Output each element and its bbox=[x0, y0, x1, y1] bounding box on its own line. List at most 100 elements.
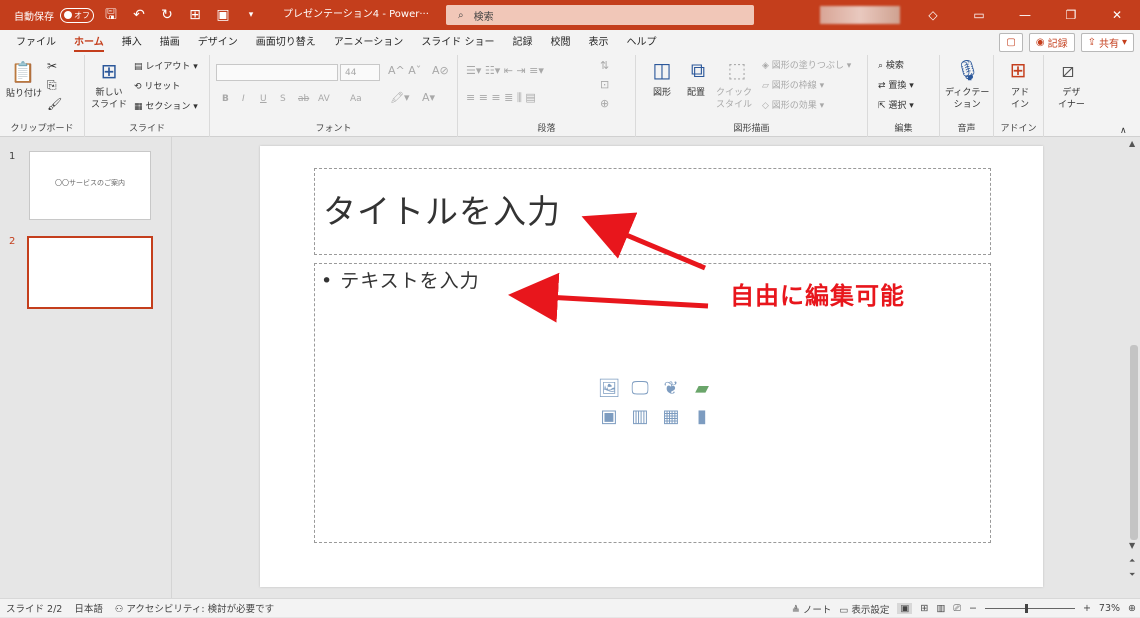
title-placeholder[interactable]: タイトルを入力 bbox=[314, 168, 991, 255]
cut-icon[interactable]: ✂ bbox=[47, 60, 57, 72]
new-slide-icon[interactable]: ⊞ bbox=[95, 60, 123, 82]
autosave-toggle[interactable]: オフ bbox=[60, 7, 94, 23]
search-box[interactable]: ⌕ 検索 bbox=[446, 5, 754, 25]
tab-animations[interactable]: アニメーション bbox=[325, 30, 413, 55]
cameo-icon[interactable]: ▣ bbox=[595, 404, 623, 428]
find-button[interactable]: ⌕ 検索 bbox=[878, 60, 904, 72]
bullets-icon[interactable]: ☰▾ ☷▾ ⇤ ⇥ ≡▾ bbox=[466, 65, 544, 77]
quick-styles-icon[interactable]: ⬚ bbox=[724, 59, 750, 81]
tab-draw[interactable]: 描画 bbox=[151, 30, 189, 55]
designer-icon[interactable]: ⧄ bbox=[1056, 59, 1080, 81]
scrollbar-thumb[interactable] bbox=[1130, 345, 1138, 540]
format-painter-icon[interactable]: 🖌 bbox=[47, 98, 62, 110]
tab-record[interactable]: 記録 bbox=[504, 30, 542, 55]
replace-button[interactable]: ⇄ 置換 ▾ bbox=[878, 80, 914, 92]
zoom-level[interactable]: 73% bbox=[1099, 603, 1120, 614]
slide-thumbnail-2[interactable] bbox=[27, 236, 153, 309]
picture-icon[interactable]: 🖼 bbox=[595, 376, 623, 400]
highlight-icon[interactable]: 🖍▾ bbox=[390, 92, 410, 104]
slide-canvas[interactable]: タイトルを入力 • テキストを入力 🖼 🖵 ❦ ▰ ▣ ▥ ▦ ▮ bbox=[260, 146, 1043, 587]
strikethrough-button[interactable]: ab bbox=[298, 93, 309, 105]
diamond-icon[interactable]: ◇ bbox=[910, 0, 956, 30]
tab-insert[interactable]: 挿入 bbox=[113, 30, 151, 55]
layout-button[interactable]: ▤ レイアウト ▾ bbox=[134, 61, 198, 73]
bold-button[interactable]: B bbox=[222, 93, 229, 105]
align-text-icon[interactable]: ⊡ bbox=[600, 79, 609, 91]
comments-button[interactable]: ▢ bbox=[999, 33, 1023, 52]
tab-file[interactable]: ファイル bbox=[7, 30, 65, 55]
dictate-button[interactable]: ディクテー ション bbox=[945, 87, 989, 111]
chart-icon[interactable]: ▮ bbox=[688, 404, 716, 428]
table-icon[interactable]: ▦ bbox=[657, 404, 685, 428]
shape-fill-button[interactable]: ◈ 図形の塗りつぶし ▾ bbox=[762, 60, 851, 72]
language-indicator[interactable]: 日本語 bbox=[68, 601, 109, 615]
ribbon-display-icon[interactable]: ▭ bbox=[956, 0, 1002, 30]
undo-icon[interactable]: ↶ bbox=[128, 0, 150, 30]
icons-insert-icon[interactable]: ❦ bbox=[657, 376, 685, 400]
user-account[interactable] bbox=[820, 6, 900, 24]
slide-sorter-icon[interactable]: ⊞ bbox=[920, 603, 928, 614]
underline-button[interactable]: U bbox=[260, 93, 267, 105]
slideshow-view-icon[interactable]: ⎚ bbox=[953, 603, 961, 614]
shape-outline-button[interactable]: ▱ 図形の枠線 ▾ bbox=[762, 80, 824, 92]
tab-transitions[interactable]: 画面切り替え bbox=[247, 30, 325, 55]
tab-design[interactable]: デザイン bbox=[189, 30, 247, 55]
prev-slide-icon[interactable]: ⏶ bbox=[1129, 556, 1135, 566]
section-button[interactable]: ▦ セクション ▾ bbox=[134, 101, 198, 113]
slide-thumbnail-1[interactable]: 〇〇サービスのご案内 bbox=[29, 151, 151, 220]
shapes-icon[interactable]: ◫ bbox=[650, 59, 674, 81]
arrange-button[interactable]: 配置 bbox=[687, 87, 705, 99]
scroll-up-icon[interactable]: ▲ bbox=[1129, 139, 1135, 148]
video-icon[interactable]: ▥ bbox=[626, 404, 654, 428]
stock-images-icon[interactable]: 🖵 bbox=[626, 376, 654, 400]
display-settings-button[interactable]: ▭ 表示設定 bbox=[839, 602, 889, 616]
shadow-button[interactable]: S bbox=[280, 93, 286, 105]
redo-icon[interactable]: ↻ bbox=[156, 0, 178, 30]
font-name-combo[interactable] bbox=[216, 64, 338, 81]
tab-review[interactable]: 校閲 bbox=[542, 30, 580, 55]
zoom-out-icon[interactable]: − bbox=[969, 603, 977, 614]
addins-button[interactable]: アド イン bbox=[1011, 87, 1029, 111]
arrange-icon[interactable]: ⧉ bbox=[686, 59, 710, 81]
zoom-in-icon[interactable]: + bbox=[1083, 603, 1091, 614]
change-case-button[interactable]: Aa bbox=[350, 93, 362, 105]
notes-button[interactable]: ≜ ノート bbox=[792, 602, 832, 616]
char-spacing-button[interactable]: AV bbox=[318, 93, 330, 105]
collapse-ribbon-icon[interactable]: ∧ bbox=[1120, 125, 1127, 137]
tab-slideshow[interactable]: スライド ショー bbox=[412, 30, 503, 55]
reading-view-icon[interactable]: ▥ bbox=[936, 603, 945, 614]
new-slide-button[interactable]: 新しい スライド bbox=[91, 87, 127, 111]
record-button[interactable]: ◉ 記録 bbox=[1028, 33, 1075, 52]
tab-home[interactable]: ホーム bbox=[65, 30, 113, 55]
smartart-convert-icon[interactable]: ⊕ bbox=[600, 98, 609, 110]
share-button[interactable]: ⇪ 共有 ▾ bbox=[1080, 33, 1134, 52]
text-direction-icon[interactable]: ⇅ bbox=[600, 60, 609, 72]
scroll-down-icon[interactable]: ▼ bbox=[1129, 541, 1135, 550]
minimize-icon[interactable]: — bbox=[1002, 0, 1048, 30]
restore-icon[interactable]: ❐ bbox=[1048, 0, 1094, 30]
font-color-icon[interactable]: A▾ bbox=[422, 92, 435, 104]
tab-view[interactable]: 表示 bbox=[580, 30, 618, 55]
italic-button[interactable]: I bbox=[242, 93, 245, 105]
addins-icon[interactable]: ⊞ bbox=[1006, 59, 1030, 81]
designer-button[interactable]: デザ イナー bbox=[1058, 87, 1085, 111]
quick-styles-button[interactable]: クイック スタイル bbox=[716, 87, 752, 111]
microphone-icon[interactable]: 🎙 bbox=[955, 59, 980, 81]
font-size-combo[interactable]: 44 bbox=[340, 64, 380, 81]
accessibility-status[interactable]: ⚇ アクセシビリティ: 検討が必要です bbox=[109, 601, 280, 615]
close-icon[interactable]: ✕ bbox=[1094, 0, 1140, 30]
shape-effects-button[interactable]: ◇ 図形の効果 ▾ bbox=[762, 100, 824, 112]
reset-button[interactable]: ⟲ リセット bbox=[134, 81, 180, 93]
fit-to-window-icon[interactable]: ⊕ bbox=[1128, 603, 1136, 614]
zoom-slider[interactable] bbox=[984, 604, 1075, 613]
shapes-button[interactable]: 図形 bbox=[653, 87, 671, 99]
select-button[interactable]: ⇱ 選択 ▾ bbox=[878, 100, 914, 112]
paste-button[interactable]: 貼り付け bbox=[6, 88, 42, 100]
customize-qat-icon[interactable]: ▾ bbox=[240, 0, 262, 30]
tab-help[interactable]: ヘルプ bbox=[618, 30, 666, 55]
present-icon[interactable]: ⊞ bbox=[184, 0, 206, 30]
grow-font-icon[interactable]: A^ Aˇ bbox=[388, 65, 421, 77]
picture-insert-icon[interactable]: ▣ bbox=[212, 0, 234, 30]
align-icons[interactable]: ≡ ≡ ≡ ≣ ⫼ ▤ bbox=[466, 92, 536, 104]
smartart-icon[interactable]: ▰ bbox=[688, 376, 716, 400]
